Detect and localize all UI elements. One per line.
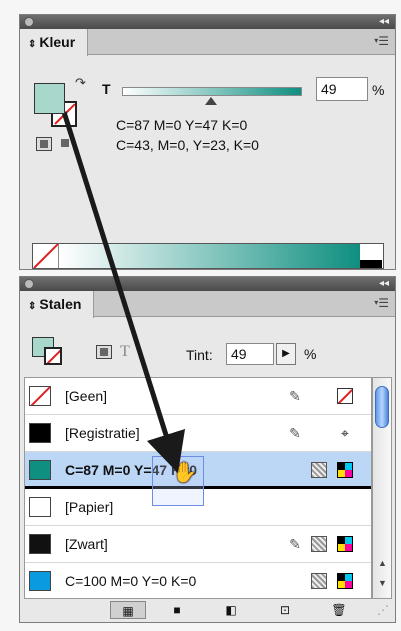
arrow-line bbox=[61, 111, 186, 474]
fill-swatch[interactable] bbox=[34, 83, 65, 114]
